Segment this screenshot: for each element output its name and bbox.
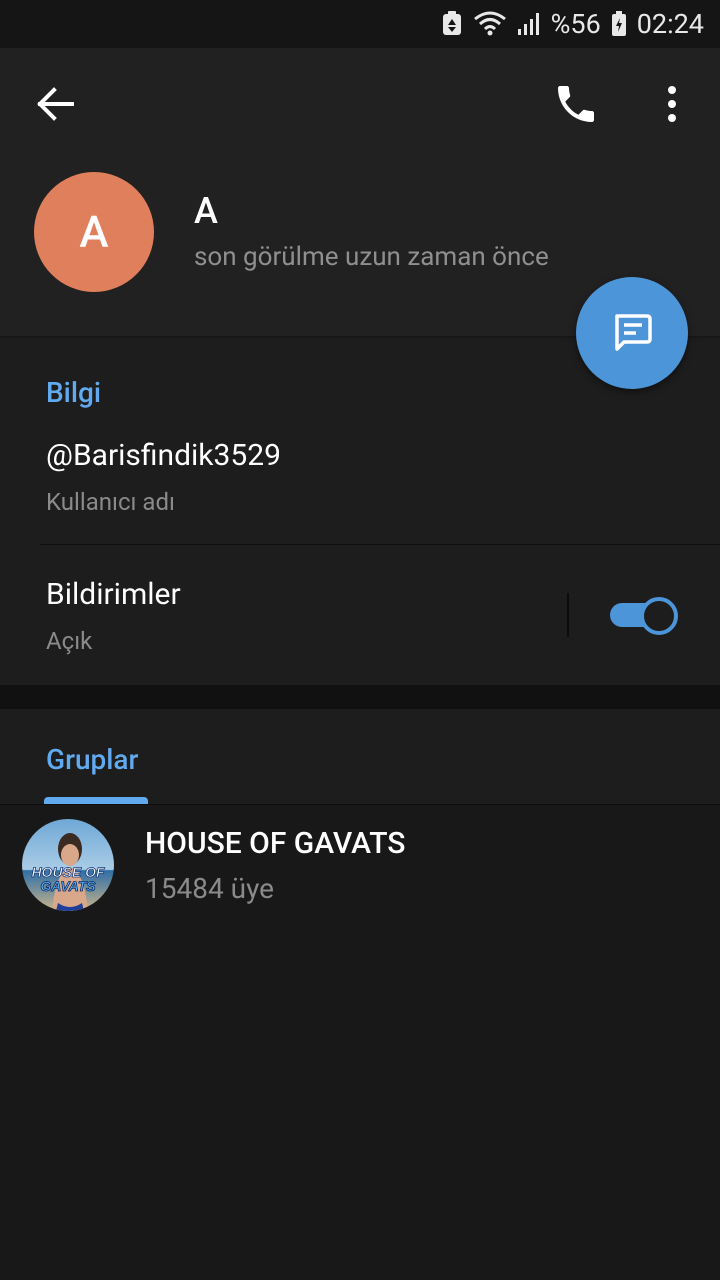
profile-screen: %56 02:24 A A son görülme uzun zaman önc… — [0, 0, 720, 1280]
battery-percent: %56 — [550, 8, 601, 40]
status-bar: %56 02:24 — [0, 0, 720, 48]
avatar[interactable]: A — [34, 172, 154, 292]
groups-tab-bar: Gruplar — [0, 709, 720, 805]
send-message-button[interactable] — [576, 277, 688, 389]
back-button[interactable] — [30, 82, 82, 126]
username-value: @Barisfindik3529 — [46, 438, 281, 473]
vertical-divider — [567, 593, 569, 637]
group-avatar: HOUSE OF GAVATS — [22, 819, 114, 911]
notifications-row[interactable]: Bildirimler Açık — [0, 545, 720, 685]
more-options-button[interactable] — [650, 80, 694, 128]
toggle-knob — [640, 597, 678, 635]
profile-name: A — [194, 190, 218, 232]
message-icon — [615, 314, 652, 351]
clock: 02:24 — [636, 8, 704, 40]
notifications-toggle[interactable] — [610, 597, 678, 635]
notifications-title: Bildirimler — [46, 577, 181, 612]
info-section-title: Bilgi — [46, 376, 101, 409]
notifications-status: Açık — [46, 627, 93, 655]
signal-icon — [517, 11, 541, 37]
group-member-count: 15484 üye — [145, 872, 274, 905]
svg-text:GAVATS: GAVATS — [40, 878, 96, 894]
phone-icon — [558, 86, 594, 122]
back-arrow-icon — [37, 87, 74, 121]
wifi-icon — [473, 11, 507, 37]
tab-groups[interactable]: Gruplar — [46, 743, 138, 776]
group-name: HOUSE OF GAVATS — [145, 826, 406, 861]
username-row[interactable]: @Barisfindik3529 Kullanıcı adı — [0, 414, 720, 544]
last-seen-status: son görülme uzun zaman önce — [194, 242, 549, 272]
divider — [0, 804, 720, 805]
recycle-icon — [441, 11, 463, 37]
section-separator — [0, 685, 720, 709]
username-label: Kullanıcı adı — [46, 488, 175, 516]
group-avatar-image: HOUSE OF GAVATS — [22, 819, 114, 911]
info-section: Bilgi @Barisfindik3529 Kullanıcı adı Bil… — [0, 338, 720, 685]
more-vert-icon — [668, 86, 676, 122]
call-button[interactable] — [552, 80, 600, 128]
list-item[interactable]: HOUSE OF GAVATS HOUSE OF GAVATS 15484 üy… — [0, 806, 720, 922]
battery-icon — [611, 11, 627, 37]
